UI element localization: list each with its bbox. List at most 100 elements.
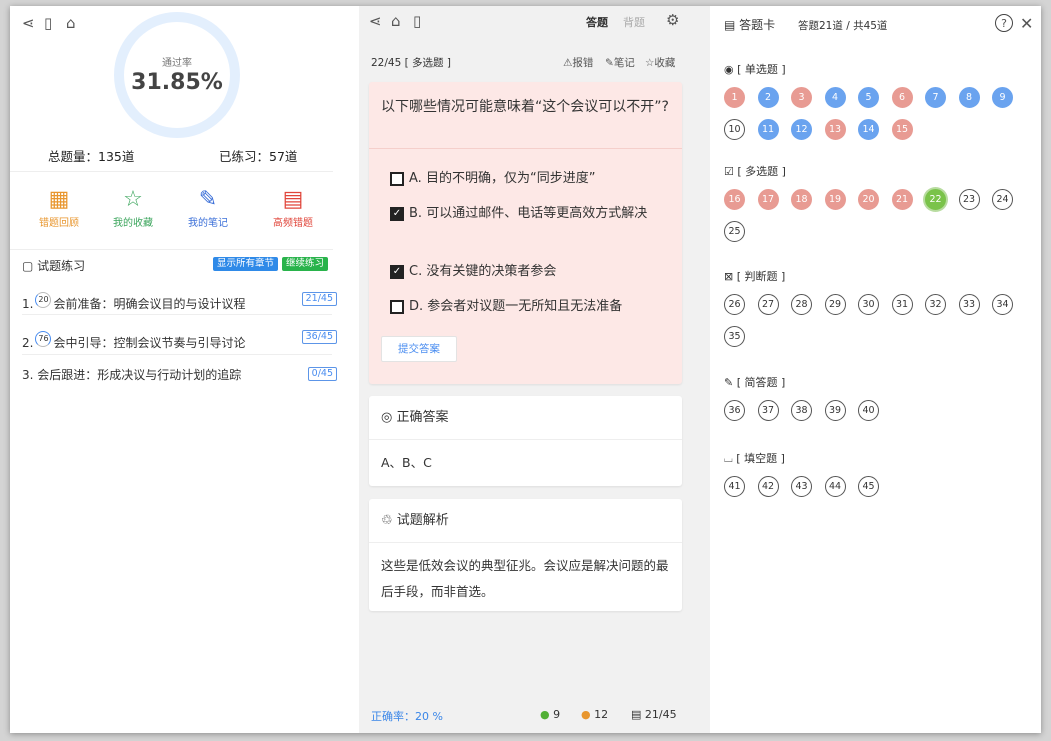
- question-number-button[interactable]: 8: [958, 87, 980, 108]
- question-number-button[interactable]: 27: [757, 294, 779, 315]
- checkbox-checked-icon: ✓: [390, 207, 404, 221]
- question-number-button[interactable]: 41: [724, 476, 745, 497]
- help-icon[interactable]: ?: [995, 14, 1013, 32]
- question-number-button[interactable]: 5: [858, 87, 879, 108]
- question-number-button[interactable]: 45: [858, 476, 879, 497]
- share-icon[interactable]: ⋖: [22, 14, 35, 32]
- question-number-button[interactable]: 6: [891, 87, 913, 108]
- question-number-button[interactable]: 22: [925, 189, 946, 210]
- group-label-text: [ 简答题 ]: [733, 376, 786, 389]
- question-number-button[interactable]: 31: [891, 294, 913, 315]
- option-letter: D: [409, 299, 420, 314]
- divider: [22, 314, 332, 315]
- wrong-review-button[interactable]: ▦ 错题回顾: [24, 186, 94, 229]
- question-number-button[interactable]: 19: [824, 189, 846, 210]
- answer-card-title-text: 答题卡: [739, 18, 776, 32]
- question-number-button[interactable]: 1: [724, 87, 745, 108]
- question-number-button[interactable]: 35: [724, 326, 745, 347]
- question-number-button[interactable]: 7: [925, 87, 946, 108]
- book-icon[interactable]: ▯: [413, 12, 421, 30]
- question-number-button[interactable]: 14: [858, 119, 879, 140]
- chapter-number: 1.: [22, 297, 34, 311]
- analysis-header: ♲ 试题解析: [369, 499, 682, 543]
- pass-rate-value: 31.85%: [131, 70, 223, 95]
- question-number-button[interactable]: 13: [824, 119, 846, 140]
- option-d[interactable]: D. 参会者对议题一无所知且无法准备: [390, 296, 670, 318]
- question-number-button[interactable]: 24: [992, 189, 1013, 210]
- report-error-button[interactable]: ⚠报错: [563, 55, 593, 70]
- question-number-button[interactable]: 2: [757, 87, 779, 108]
- settings-icon[interactable]: ⚙: [666, 11, 679, 29]
- group-label-text: [ 判断题 ]: [733, 270, 786, 283]
- note-button[interactable]: ✎笔记: [605, 55, 635, 70]
- tool-label: 我的笔记: [188, 218, 228, 229]
- checkbox-icon: ☑: [724, 165, 734, 178]
- chapter-title: 会后跟进：形成决议与行动计划的追踪: [37, 368, 242, 382]
- progress-indicator[interactable]: ▤ 21/45: [631, 708, 677, 721]
- question-number-button[interactable]: 20: [858, 189, 879, 210]
- question-number-button[interactable]: 37: [757, 400, 779, 421]
- question-number-button[interactable]: 18: [791, 189, 812, 210]
- question-number-button[interactable]: 21: [891, 189, 913, 210]
- analysis-text: 这些是低效会议的典型征兆。会议应是解决问题的最后手段，而非首选。: [381, 558, 669, 599]
- question-number-button[interactable]: 4: [824, 87, 846, 108]
- question-number-button[interactable]: 15: [891, 119, 913, 140]
- continue-practice-button[interactable]: 继续练习: [282, 257, 329, 271]
- close-icon[interactable]: ✕: [1020, 14, 1033, 33]
- answer-mode-tab[interactable]: 答题: [586, 14, 608, 30]
- question-number-button[interactable]: 10: [724, 119, 745, 140]
- question-number-button[interactable]: 23: [958, 189, 980, 210]
- blank-icon: ⌴: [724, 452, 733, 465]
- accuracy-rate: 正确率：20 %: [371, 710, 443, 723]
- question-number-button[interactable]: 40: [858, 400, 879, 421]
- question-number-button[interactable]: 12: [791, 119, 812, 140]
- question-number-button[interactable]: 34: [992, 294, 1013, 315]
- pen-icon: ✎: [605, 57, 614, 69]
- option-a[interactable]: A. 目的不明确，仅为“同步进度”: [390, 168, 670, 190]
- divider: [10, 249, 333, 250]
- question-number-button[interactable]: 3: [791, 87, 812, 108]
- question-number-button[interactable]: 43: [791, 476, 812, 497]
- answer-title: 正确答案: [396, 410, 449, 425]
- submit-answer-button[interactable]: 提交答案: [381, 336, 457, 362]
- question-number-button[interactable]: 25: [724, 221, 745, 242]
- analysis-card: ♲ 试题解析 这些是低效会议的典型征兆。会议应是解决问题的最后手段，而非首选。: [369, 499, 682, 611]
- question-number-button[interactable]: 28: [791, 294, 812, 315]
- question-number-button[interactable]: 16: [724, 189, 745, 210]
- home-icon[interactable]: ⌂: [66, 14, 76, 32]
- recite-mode-tab[interactable]: 背题: [623, 14, 645, 30]
- question-number-button[interactable]: 29: [824, 294, 846, 315]
- chapter-item[interactable]: 1. 20 会前准备：明确会议目的与设计议程: [22, 292, 245, 314]
- question-number-button[interactable]: 30: [858, 294, 879, 315]
- question-number-button[interactable]: 32: [925, 294, 946, 315]
- question-number-button[interactable]: 33: [958, 294, 980, 315]
- wrong-count: ● 12: [581, 708, 608, 721]
- book-icon[interactable]: ▯: [44, 14, 52, 32]
- favorite-button[interactable]: ☆收藏: [645, 55, 675, 70]
- question-number-button[interactable]: 44: [824, 476, 846, 497]
- divider: [369, 148, 682, 149]
- question-number-button[interactable]: 26: [724, 294, 745, 315]
- show-all-chapters-button[interactable]: 显示所有章节: [213, 257, 279, 271]
- question-number-button[interactable]: 38: [791, 400, 812, 421]
- option-c[interactable]: ✓ C. 没有关键的决策者参会: [390, 261, 670, 283]
- question-number-button[interactable]: 17: [757, 189, 779, 210]
- home-icon[interactable]: ⌂: [391, 12, 401, 30]
- question-number-button[interactable]: 39: [824, 400, 846, 421]
- chapter-item[interactable]: 2. 76 会中引导：控制会议节奏与引导讨论: [22, 331, 245, 353]
- option-b[interactable]: ✓ B. 可以通过邮件、电话等更高效方式解决: [390, 203, 670, 225]
- practiced-count: 已练习：57道: [219, 149, 298, 164]
- judge-icon: ⊠: [724, 270, 734, 283]
- question-number-button[interactable]: 36: [724, 400, 745, 421]
- my-notes-button[interactable]: ✎ 我的笔记: [173, 186, 243, 229]
- share-icon[interactable]: ⋖: [369, 12, 382, 30]
- question-number-button[interactable]: 11: [757, 119, 779, 140]
- my-favorites-button[interactable]: ☆ 我的收藏: [98, 186, 168, 229]
- practice-icon: ▢: [22, 259, 34, 273]
- question-number-button[interactable]: 42: [757, 476, 779, 497]
- question-number-button[interactable]: 9: [992, 87, 1013, 108]
- chapter-count-badge: 0/45: [307, 367, 337, 381]
- total-questions: 总题量：135道: [48, 149, 135, 164]
- frequent-errors-button[interactable]: ▤ 高频错题: [258, 186, 328, 229]
- chapter-item[interactable]: 3. 会后跟进：形成决议与行动计划的追踪: [22, 366, 241, 383]
